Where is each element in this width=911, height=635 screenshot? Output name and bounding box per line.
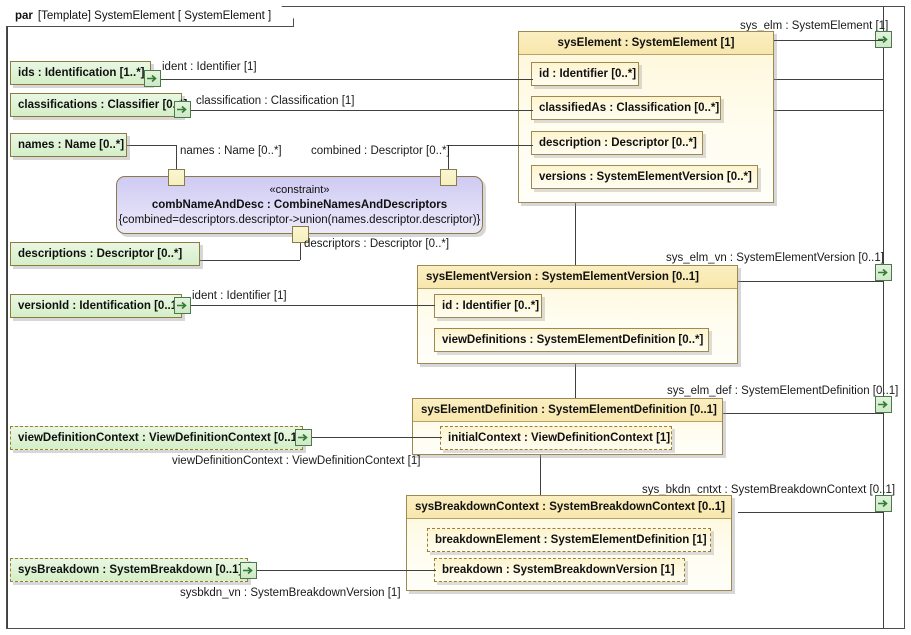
boundary-port-sys-elm-def[interactable] [875,396,892,413]
green-box-descriptions-label: descriptions : Descriptor [0..*] [18,248,183,260]
stub-syselement-classifiedas [518,110,533,111]
constraint-name: combNameAndDesc : CombineNamesAndDescrip… [151,198,448,211]
block-sysbreakdowncontext-title: sysBreakdownContext : SystemBreakdownCon… [407,496,731,519]
connector-names-h [126,145,176,146]
prop-syselementversion-id-label: id : Identifier [0..*] [442,300,540,312]
green-box-ids-label: ids : Identification [1..*] [18,67,145,79]
port-ids[interactable] [144,70,161,87]
block-syselementdefinition-title: sysElementDefinition : SystemElementDefi… [413,399,722,422]
prop-syselement-description-label: description : Descriptor [0..*] [539,137,697,149]
green-box-classifications-label: classifications : Classifier [0..*] [18,99,188,111]
green-box-ids[interactable]: ids : Identification [1..*] [10,61,151,85]
connector-label-descriptors: descriptors : Descriptor [0..*] [304,238,450,250]
green-box-viewdefinitioncontext-label: viewDefinitionContext : ViewDefinitionCo… [18,432,301,444]
frame-left-rail [7,27,8,628]
prop-syselement-classifiedas-label: classifiedAs : Classification [0..*] [539,102,720,114]
green-box-names-label: names : Name [0..*] [18,139,125,151]
prop-syselement-versions[interactable]: versions : SystemElementVersion [0..*] [531,165,758,189]
prop-syselement-id[interactable]: id : Identifier [0..*] [531,62,639,86]
prop-syselementdefinition-initialcontext[interactable]: initialContext : ViewDefinitionContext [… [440,426,672,450]
block-syselementversion-title: sysElementVersion : SystemElementVersion… [418,266,737,289]
prop-syselementversion-viewdefinitions[interactable]: viewDefinitions : SystemElementDefinitio… [434,328,709,352]
diagram-frame-header: par [Template] SystemElement [ SystemEle… [6,6,294,27]
connector-descriptions-h [199,260,300,261]
stub-syselementdefinition-initialcontext [412,437,442,438]
green-box-descriptions[interactable]: descriptions : Descriptor [0..*] [10,242,200,266]
green-box-classifications[interactable]: classifications : Classifier [0..*] [10,93,187,117]
prop-sysbreakdowncontext-breakdown[interactable]: breakdown : SystemBreakdownVersion [1] [434,558,685,582]
constraint-port-names[interactable] [168,169,185,186]
prop-syselement-classifiedas[interactable]: classifiedAs : Classification [0..*] [531,96,721,120]
frame-right-rail [883,7,884,628]
prop-syselement-description[interactable]: description : Descriptor [0..*] [531,131,703,155]
connector-label-viewdefinitioncontext: viewDefinitionContext : ViewDefinitionCo… [172,455,421,467]
prop-syselementversion-id[interactable]: id : Identifier [0..*] [434,294,542,318]
constraint-stereotype: «constraint» [269,183,330,196]
stub-syselement-description [518,145,533,146]
prop-syselement-id-label: id : Identifier [0..*] [539,68,637,80]
connector-label-classification: classification : Classification [1] [196,95,355,107]
boundary-port-sys-bkdn-cntxt[interactable] [875,495,892,512]
connector-label-ident-1: ident : Identifier [1] [162,61,257,73]
prop-syselementdefinition-initialcontext-label: initialContext : ViewDefinitionContext [… [448,432,671,444]
green-box-viewdefinitioncontext[interactable]: viewDefinitionContext : ViewDefinitionCo… [10,426,303,450]
green-box-versionid[interactable]: versionId : Identification [0..1] [10,294,182,318]
frame-keyword: par [15,10,33,22]
lead-syselement-boundary [774,40,883,41]
boundary-port-sys-elm-vn[interactable] [875,264,892,281]
boundary-label-sys-elm-vn: sys_elm_vn : SystemElementVersion [0..1] [666,252,884,264]
stub-syselement-id [518,79,533,80]
connector-versionid [190,305,445,306]
frame-title: [Template] SystemElement [ SystemElement… [37,10,272,22]
connector-sys-elm-def [723,413,883,414]
port-sysbreakdown[interactable] [240,562,257,579]
prop-sysbreakdowncontext-breakdownelement-label: breakdownElement : SystemElementDefiniti… [435,534,707,546]
prop-sysbreakdowncontext-breakdownelement[interactable]: breakdownElement : SystemElementDefiniti… [427,528,711,552]
stub-sysbreakdowncontext-breakdown [406,570,436,571]
port-viewdefinitioncontext[interactable] [295,429,312,446]
port-classifications[interactable] [174,101,191,118]
green-box-versionid-label: versionId : Identification [0..1] [18,300,181,312]
connector-label-combined: combined : Descriptor [0..*] [311,145,450,157]
prop-syselementversion-viewdefinitions-label: viewDefinitions : SystemElementDefinitio… [442,334,704,346]
block-syselement-title: sysElement : SystemElement [1] [519,32,773,55]
prop-sysbreakdowncontext-breakdown-label: breakdown : SystemBreakdownVersion [1] [442,564,675,576]
parametric-diagram-canvas: par [Template] SystemElement [ SystemEle… [0,0,911,635]
green-box-sysbreakdown[interactable]: sysBreakdown : SystemBreakdown [0..1] [10,558,248,582]
connector-sys-bkdn-cntxt [738,512,883,513]
green-box-sysbreakdown-label: sysBreakdown : SystemBreakdown [0..1] [18,564,243,576]
boundary-label-sys-elm-def: sys_elm_def : SystemElementDefinition [0… [667,385,899,397]
stub-syselementversion-id [417,305,435,306]
connector-label-sysbkdn-vn: sysbkdn_vn : SystemBreakdownVersion [1] [180,587,401,599]
green-box-names[interactable]: names : Name [0..*] [10,133,127,157]
connector-sys-elm-vn [738,281,883,282]
prop-syselement-versions-label: versions : SystemElementVersion [0..*] [539,171,752,183]
connector-label-ident-2: ident : Identifier [1] [192,290,287,302]
connector-label-names: names : Name [0..*] [180,145,282,157]
port-versionid[interactable] [174,297,191,314]
constraint-port-combined[interactable] [440,169,457,186]
